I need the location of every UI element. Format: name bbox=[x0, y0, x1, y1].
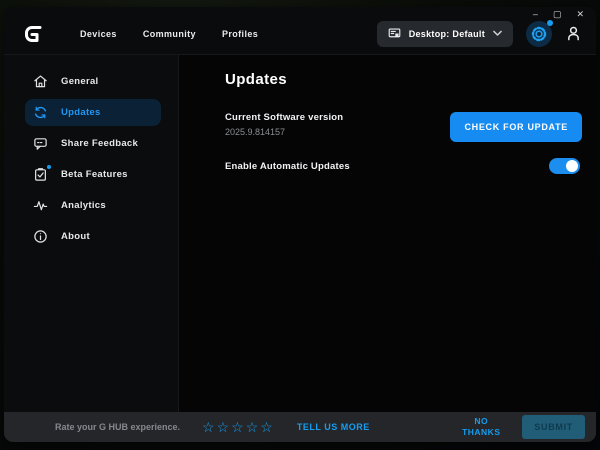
nav-profiles[interactable]: Profiles bbox=[222, 29, 258, 39]
star-2-icon[interactable]: ☆ bbox=[217, 420, 232, 434]
star-rating: ☆ ☆ ☆ ☆ ☆ bbox=[202, 420, 275, 434]
chevron-down-icon bbox=[493, 30, 502, 37]
home-icon bbox=[33, 74, 48, 89]
sidebar-item-label: General bbox=[61, 76, 99, 87]
window-controls: – ▢ ✕ bbox=[533, 10, 584, 19]
active-profile-label: Desktop: Default bbox=[408, 28, 485, 39]
auto-updates-toggle[interactable] bbox=[549, 158, 580, 174]
refresh-icon bbox=[33, 105, 48, 120]
minimize-button[interactable]: – bbox=[533, 10, 538, 19]
active-profile-dropdown[interactable]: Desktop: Default bbox=[376, 20, 513, 47]
page-title: Updates bbox=[225, 71, 287, 88]
auto-updates-row: Enable Automatic Updates bbox=[225, 158, 582, 174]
nav-devices[interactable]: Devices bbox=[80, 29, 117, 39]
gear-icon bbox=[531, 26, 547, 42]
star-1-icon[interactable]: ☆ bbox=[202, 420, 217, 434]
sidebar-item-label: About bbox=[61, 231, 90, 242]
sidebar-item-label: Updates bbox=[61, 107, 101, 118]
tell-us-more-link[interactable]: TELL US MORE bbox=[297, 422, 370, 432]
topbar-right-cluster: Desktop: Default bbox=[376, 19, 582, 47]
settings-sidebar: General Updates Share Feedback Beta Feat… bbox=[4, 55, 179, 412]
sidebar-item-label: Beta Features bbox=[61, 169, 128, 180]
updates-panel: Updates Current Software version 2025.9.… bbox=[179, 55, 596, 412]
settings-button[interactable] bbox=[526, 19, 553, 47]
sidebar-item-beta-features[interactable]: Beta Features bbox=[25, 161, 161, 188]
sidebar-item-analytics[interactable]: Analytics bbox=[25, 192, 161, 219]
star-5-icon[interactable]: ☆ bbox=[260, 420, 275, 434]
sidebar-item-about[interactable]: About bbox=[25, 223, 161, 250]
clipboard-check-icon bbox=[33, 165, 51, 182]
nav-community[interactable]: Community bbox=[143, 29, 196, 39]
ghub-window: – ▢ ✕ Devices Community Profiles Desktop… bbox=[4, 7, 596, 442]
maximize-button[interactable]: ▢ bbox=[553, 10, 562, 19]
top-bar: – ▢ ✕ Devices Community Profiles Desktop… bbox=[4, 7, 596, 55]
no-thanks-link[interactable]: NO THANKS bbox=[456, 416, 506, 437]
toggle-knob bbox=[566, 160, 578, 172]
pulse-icon bbox=[33, 198, 48, 213]
chat-bubble-icon bbox=[33, 136, 48, 151]
sidebar-item-label: Share Feedback bbox=[61, 138, 139, 149]
close-button[interactable]: ✕ bbox=[576, 10, 584, 19]
settings-notification-dot bbox=[547, 19, 553, 26]
sidebar-item-label: Analytics bbox=[61, 200, 106, 211]
main-nav: Devices Community Profiles bbox=[80, 29, 258, 39]
beta-notification-dot bbox=[47, 165, 51, 169]
info-icon bbox=[33, 229, 48, 244]
sidebar-item-updates[interactable]: Updates bbox=[25, 99, 161, 126]
user-account-button[interactable] bbox=[565, 25, 582, 42]
star-4-icon[interactable]: ☆ bbox=[246, 420, 261, 434]
software-version-row: Current Software version 2025.9.814157 C… bbox=[225, 112, 582, 142]
desktop-profile-icon bbox=[388, 27, 401, 40]
version-value: 2025.9.814157 bbox=[225, 127, 286, 137]
submit-button[interactable]: SUBMIT bbox=[522, 415, 585, 439]
logitech-g-logo-icon bbox=[24, 24, 44, 44]
rating-prompt: Rate your G HUB experience. bbox=[55, 422, 181, 432]
sidebar-item-share-feedback[interactable]: Share Feedback bbox=[25, 130, 161, 157]
auto-updates-label: Enable Automatic Updates bbox=[225, 160, 350, 172]
rating-footer: Rate your G HUB experience. ☆ ☆ ☆ ☆ ☆ TE… bbox=[4, 412, 596, 442]
version-label: Current Software version bbox=[225, 112, 344, 123]
sidebar-item-general[interactable]: General bbox=[25, 68, 161, 95]
star-3-icon[interactable]: ☆ bbox=[231, 420, 246, 434]
check-for-update-button[interactable]: CHECK FOR UPDATE bbox=[450, 112, 582, 142]
